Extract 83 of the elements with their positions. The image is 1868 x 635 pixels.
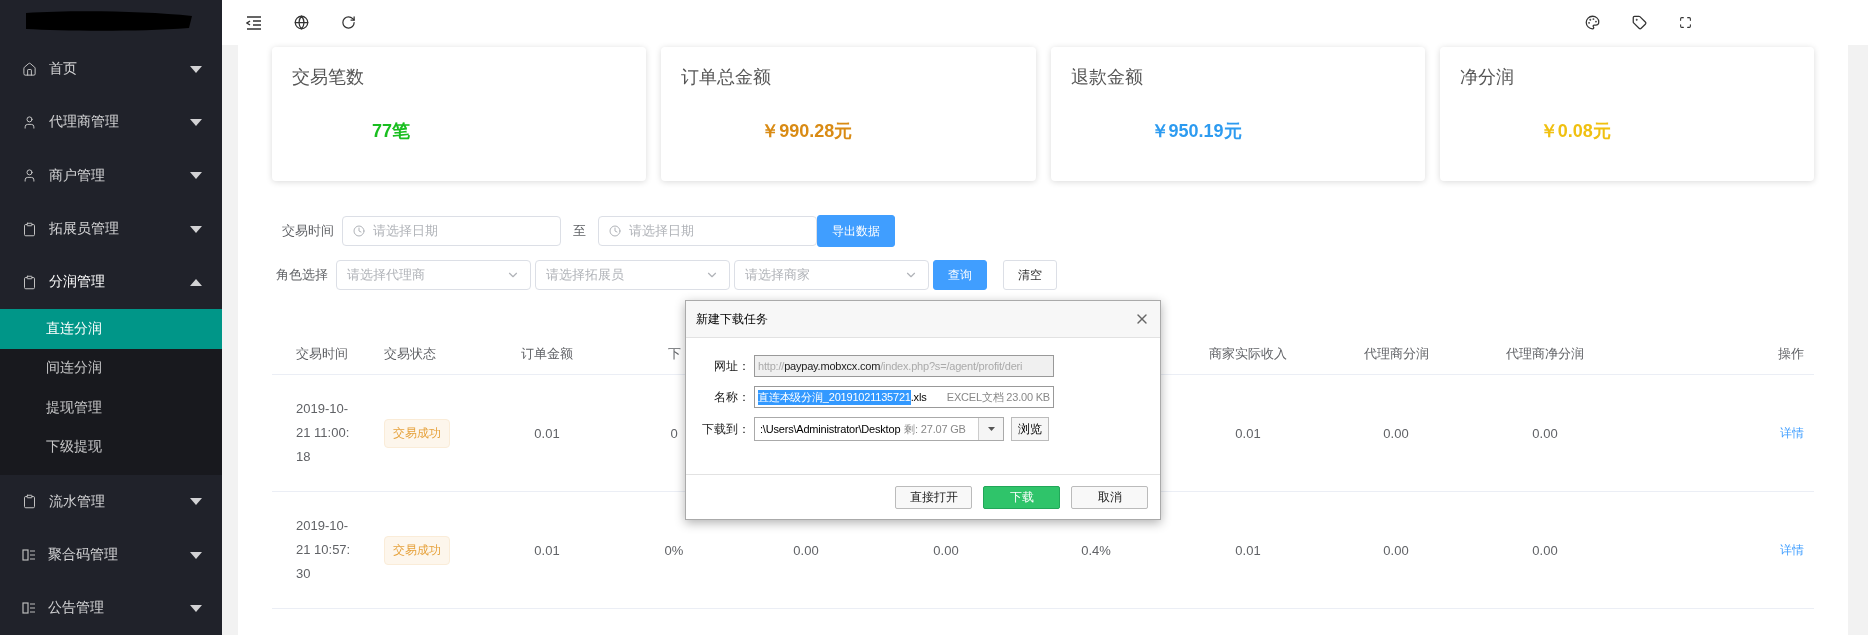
sidebar-item[interactable]: 拓展员管理 [0, 202, 222, 256]
stat-value: 77笔 [372, 120, 411, 143]
field-label: 角色选择 [275, 266, 328, 284]
sidebar-subitem[interactable]: 直连分润 [0, 309, 222, 349]
sidebar-item[interactable]: 首页 [0, 42, 222, 96]
stat-value: ￥990.28元 [761, 120, 853, 143]
globe-icon[interactable] [294, 15, 309, 30]
field-label: 下载到： [701, 420, 750, 438]
sidebar-item[interactable]: 聚合码管理 [0, 528, 222, 582]
palette-icon[interactable] [1585, 15, 1600, 30]
column-header: 操作 [1777, 345, 1805, 363]
sidebar-item[interactable]: 分润管理 [0, 255, 222, 310]
table-cell: 0.01 [534, 425, 560, 441]
fullscreen-icon[interactable] [1679, 16, 1692, 29]
refresh-icon[interactable] [341, 15, 356, 30]
home-icon [22, 61, 37, 77]
table-cell: 0.01 [1235, 542, 1261, 558]
table-cell: 0.4% [1081, 542, 1111, 558]
stat-title: 退款金额 [1070, 66, 1143, 89]
caret-icon [190, 498, 202, 506]
column-header: 交易时间 [295, 345, 349, 363]
stat-value: ￥950.19元 [1150, 120, 1242, 143]
clear-button[interactable]: 清空 [1003, 260, 1057, 290]
stat-value: ￥0.08元 [1539, 120, 1611, 143]
menu-fold-icon[interactable] [246, 15, 262, 30]
caret-icon [987, 427, 995, 431]
clipboard-icon [22, 494, 37, 510]
sidebar-item[interactable]: 商户管理 [0, 149, 222, 203]
table-cell: 0.01 [534, 542, 560, 558]
user-icon [22, 114, 37, 130]
sidebar-subitem[interactable]: 间连分润 [0, 348, 222, 389]
clock-icon [609, 225, 621, 237]
grid-icon [22, 548, 36, 562]
caret-icon [190, 118, 202, 126]
status-tag: 交易成功 [384, 418, 450, 448]
stat-title: 订单总金额 [681, 66, 772, 89]
sidebar-item[interactable]: 流水管理 [0, 475, 222, 529]
table-cell: 0.00 [1383, 542, 1409, 558]
caret-icon [190, 551, 202, 559]
dialog-title: 新建下载任务 [696, 310, 768, 328]
table-cell: 0.00 [1532, 542, 1558, 558]
field-label: 名称： [713, 388, 750, 406]
field-label: 交易时间 [281, 222, 334, 240]
field-label: 网址： [713, 357, 750, 375]
tag-icon[interactable] [1632, 15, 1647, 30]
grid-icon [22, 601, 36, 616]
dialog-button[interactable]: 直接打开 [895, 485, 972, 509]
dialog-button[interactable]: 取消 [1071, 485, 1148, 509]
stat-title: 净分润 [1459, 66, 1514, 89]
clock-icon [353, 225, 365, 237]
table-cell: 0.01 [1235, 425, 1261, 441]
caret-icon [190, 225, 202, 233]
stat-title: 交易笔数 [292, 66, 364, 89]
caret-icon [190, 604, 202, 612]
clipboard-icon [22, 274, 37, 290]
column-header: 代理商净分润 [1505, 345, 1585, 363]
user-icon [22, 168, 37, 184]
table-cell-text: 2019-10-21 11:00:18 [296, 400, 351, 466]
clipboard-icon [22, 221, 37, 237]
table-cell: 0.00 [1383, 425, 1409, 441]
folder-dropdown[interactable]: :\Users\Administrator\Desktop 剩: 27.07 GB [754, 417, 1004, 441]
sidebar-item[interactable]: 代理商管理 [0, 95, 222, 150]
column-header: 商家实际收入 [1208, 345, 1288, 363]
table-cell-text: 2019-10-21 10:57:30 [296, 517, 352, 583]
range-separator: 至 [573, 222, 586, 240]
caret-icon [190, 172, 202, 180]
caret-icon [190, 278, 202, 286]
browse-button[interactable]: 浏览 [1011, 417, 1049, 441]
sidebar-subitem[interactable]: 提现管理 [0, 388, 222, 428]
column-header: 下 [666, 345, 682, 363]
sidebar-item[interactable]: 公告管理 [0, 581, 222, 635]
url-field[interactable]: http://paypay.mobxcx.com/index.php?s=/agent/profit/deri [754, 355, 1054, 377]
column-header: 订单金额 [520, 345, 574, 363]
table-cell: 0.00 [1532, 425, 1558, 441]
column-header: 交易状态 [383, 345, 437, 363]
table-cell: 0.00 [793, 542, 819, 558]
status-tag: 交易成功 [384, 535, 450, 565]
table-cell: 0.00 [933, 542, 959, 558]
sidebar-subitem[interactable]: 下级提现 [0, 427, 222, 468]
caret-icon [190, 65, 202, 73]
table-cell: 0 [670, 425, 678, 441]
column-header: 代理商分润 [1362, 345, 1430, 363]
table-cell: 0% [664, 542, 684, 558]
